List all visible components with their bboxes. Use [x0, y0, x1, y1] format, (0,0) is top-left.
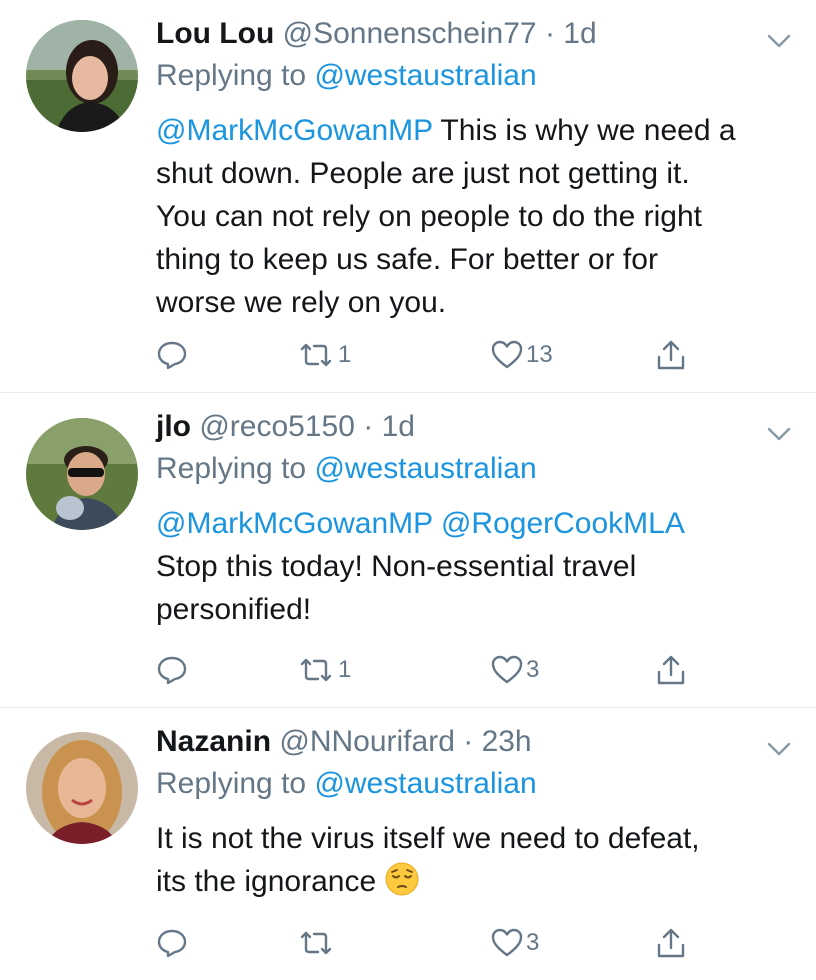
share-icon — [657, 655, 685, 685]
display-name[interactable]: jlo — [156, 410, 191, 443]
replying-to: Replying to @westaustralian — [156, 56, 786, 96]
user-handle[interactable]: @NNourifard — [279, 725, 455, 758]
mention-link[interactable]: @MarkMcGowanMP — [156, 507, 433, 540]
avatar[interactable] — [26, 418, 138, 530]
text-line: worse we rely on you. — [156, 286, 447, 319]
like-button[interactable]: 13 — [490, 335, 553, 375]
tweet-text: @MarkMcGowanMP @RogerCookMLA Stop this t… — [156, 502, 786, 631]
tweet[interactable]: Lou Lou @Sonnenschein77 · 1d Replying to… — [0, 0, 816, 393]
separator: · — [354, 410, 382, 443]
replying-to-link[interactable]: @westaustralian — [314, 767, 536, 800]
like-count: 3 — [526, 929, 540, 956]
tweet-header: Lou Lou @Sonnenschein77 · 1d — [156, 14, 786, 54]
chevron-down-icon[interactable] — [764, 419, 794, 449]
replying-to-link[interactable]: @westaustralian — [314, 452, 536, 485]
share-button[interactable] — [654, 923, 688, 963]
text-line: shut down. People are just not getting i… — [156, 157, 690, 190]
replying-label: Replying to — [156, 767, 315, 800]
tweet[interactable]: jlo @reco5150 · 1d Replying to @westaust… — [0, 393, 816, 708]
reply-icon — [157, 656, 187, 685]
action-bar: 3 — [156, 923, 816, 963]
timestamp[interactable]: 1d — [563, 17, 596, 50]
retweet-icon — [300, 343, 332, 367]
tweet-text: @MarkMcGowanMP This is why we need a shu… — [156, 109, 786, 324]
display-name[interactable]: Nazanin — [156, 725, 271, 758]
reply-icon — [157, 341, 187, 370]
like-button[interactable]: 3 — [490, 923, 539, 963]
replying-to-link[interactable]: @westaustralian — [314, 59, 536, 92]
replying-to: Replying to @westaustralian — [156, 449, 786, 489]
text-line: It is not the virus itself we need to de… — [156, 822, 700, 855]
mention-link[interactable]: @MarkMcGowanMP — [156, 114, 433, 147]
like-count: 3 — [526, 656, 540, 683]
retweet-icon — [300, 931, 332, 955]
display-name[interactable]: Lou Lou — [156, 17, 274, 50]
pensive-face-icon — [385, 862, 419, 896]
avatar[interactable] — [26, 732, 138, 844]
retweet-icon — [300, 658, 332, 682]
reply-button[interactable] — [156, 650, 188, 690]
text-line: Stop this today! Non-essential travel — [156, 550, 637, 583]
user-handle[interactable]: @reco5150 — [199, 410, 355, 443]
text-line: thing to keep us safe. For better or for — [156, 243, 658, 276]
retweet-button[interactable] — [296, 923, 338, 963]
separator: · — [536, 17, 564, 50]
text-line: You can not rely on people to do the rig… — [156, 200, 702, 233]
share-icon — [657, 928, 685, 958]
like-button[interactable]: 3 — [490, 650, 539, 690]
chevron-down-icon[interactable] — [764, 734, 794, 764]
tweet-text: It is not the virus itself we need to de… — [156, 817, 786, 903]
text-line: This is why we need a — [432, 114, 736, 147]
share-button[interactable] — [654, 335, 688, 375]
timestamp[interactable]: 23h — [482, 725, 532, 758]
separator: · — [454, 725, 482, 758]
reply-feed: Lou Lou @Sonnenschein77 · 1d Replying to… — [0, 0, 816, 980]
chevron-down-icon[interactable] — [764, 26, 794, 56]
mention-link[interactable]: @RogerCookMLA — [441, 507, 685, 540]
share-button[interactable] — [654, 650, 688, 690]
heart-icon — [491, 655, 523, 684]
reply-icon — [157, 929, 187, 958]
text-line: its the ignorance — [156, 865, 385, 898]
retweet-count: 1 — [338, 341, 352, 368]
reply-button[interactable] — [156, 335, 188, 375]
retweet-button[interactable]: 1 — [296, 335, 351, 375]
replying-label: Replying to — [156, 452, 315, 485]
tweet[interactable]: Nazanin @NNourifard · 23h Replying to @w… — [0, 708, 816, 980]
heart-icon — [491, 340, 523, 369]
avatar[interactable] — [26, 20, 138, 132]
user-handle[interactable]: @Sonnenschein77 — [283, 17, 537, 50]
replying-to: Replying to @westaustralian — [156, 764, 786, 804]
timestamp[interactable]: 1d — [382, 410, 415, 443]
like-count: 13 — [526, 341, 553, 368]
action-bar: 1 3 — [156, 650, 816, 690]
replying-label: Replying to — [156, 59, 315, 92]
action-bar: 1 13 — [156, 335, 816, 375]
share-icon — [657, 340, 685, 370]
text-line: personified! — [156, 593, 312, 626]
retweet-button[interactable]: 1 — [296, 650, 351, 690]
retweet-count: 1 — [338, 656, 352, 683]
tweet-header: jlo @reco5150 · 1d — [156, 407, 786, 447]
tweet-header: Nazanin @NNourifard · 23h — [156, 722, 786, 762]
heart-icon — [491, 928, 523, 957]
reply-button[interactable] — [156, 923, 188, 963]
